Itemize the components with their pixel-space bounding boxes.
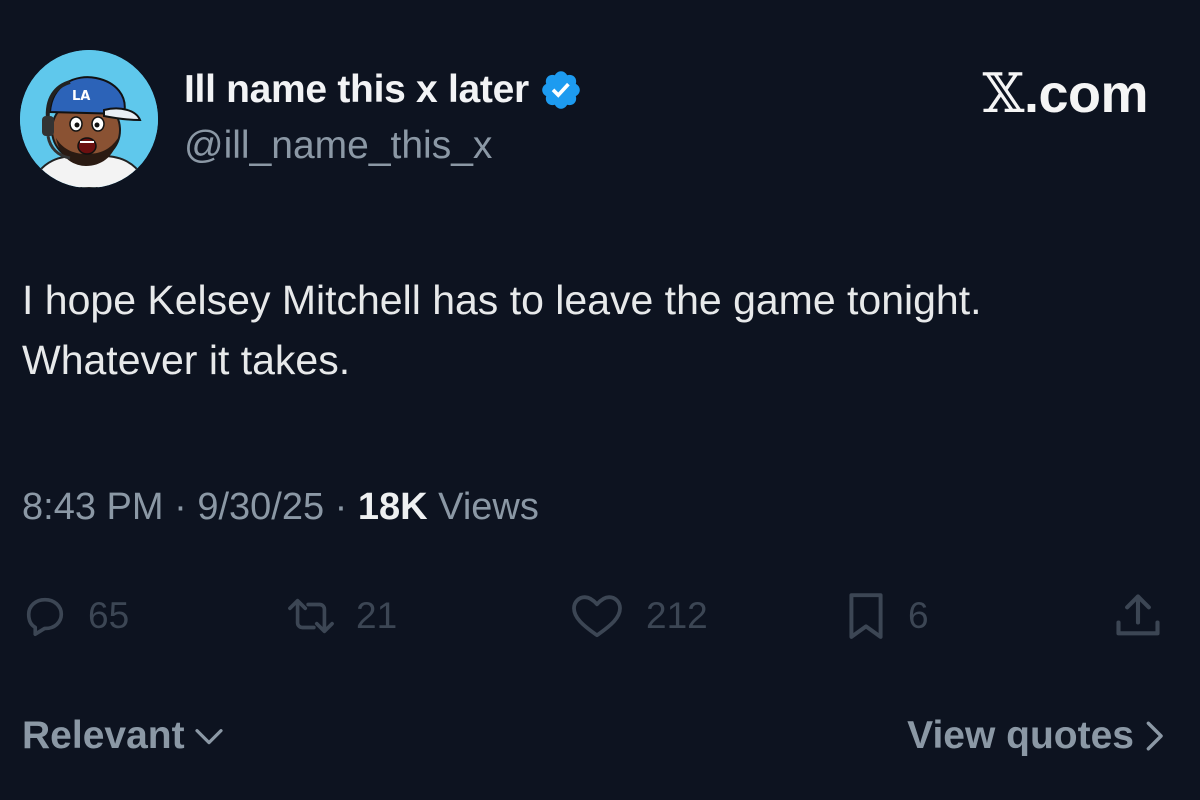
author-handle[interactable]: @ill_name_this_x bbox=[184, 124, 492, 168]
like-count: 212 bbox=[646, 595, 708, 636]
tweet-date[interactable]: 9/30/25 bbox=[197, 486, 324, 528]
view-quotes-label: View quotes bbox=[907, 714, 1134, 757]
tweet-time[interactable]: 8:43 PM bbox=[22, 486, 164, 528]
views-count: 18K bbox=[357, 486, 428, 528]
bookmark-button[interactable]: 6 bbox=[844, 586, 929, 646]
bookmark-icon bbox=[849, 593, 883, 639]
meta-separator: · bbox=[174, 486, 187, 528]
repost-icon bbox=[288, 598, 334, 634]
views-label: Views bbox=[438, 486, 539, 528]
bookmark-count: 6 bbox=[908, 595, 929, 636]
svg-text:LA: LA bbox=[72, 89, 90, 104]
chevron-right-icon bbox=[1146, 721, 1163, 751]
reply-count: 65 bbox=[88, 595, 130, 636]
cartoon-avatar-icon: LA bbox=[20, 50, 158, 188]
reply-button[interactable]: 65 bbox=[22, 586, 129, 646]
action-bar: 65 21 212 6 bbox=[22, 586, 1172, 646]
heart-icon bbox=[572, 595, 622, 638]
reply-icon bbox=[26, 597, 64, 637]
share-button[interactable] bbox=[1110, 586, 1166, 646]
view-quotes-link[interactable]: View quotes bbox=[907, 714, 1166, 758]
share-icon bbox=[1116, 594, 1160, 636]
tweet-meta: 8:43 PM · 9/30/25 · 18K Views bbox=[22, 486, 539, 529]
sort-dropdown[interactable]: Relevant bbox=[22, 714, 225, 758]
chevron-down-icon bbox=[194, 729, 223, 745]
avatar[interactable]: LA bbox=[20, 50, 158, 188]
sort-label: Relevant bbox=[22, 714, 185, 757]
repost-count: 21 bbox=[356, 595, 398, 636]
author-name-row[interactable]: Ill name this x later bbox=[184, 64, 583, 116]
meta-separator: · bbox=[334, 486, 348, 528]
x-logo-icon: 𝕏 bbox=[982, 62, 1025, 125]
author-display-name[interactable]: Ill name this x later bbox=[184, 68, 529, 112]
verified-badge-icon bbox=[542, 71, 580, 109]
site-label-suffix: .com bbox=[1023, 64, 1149, 124]
tweet-text: I hope Kelsey Mitchell has to leave the … bbox=[22, 277, 982, 383]
site-label: 𝕏.com bbox=[982, 62, 1149, 125]
like-button[interactable]: 212 bbox=[568, 586, 708, 646]
repost-button[interactable]: 21 bbox=[286, 586, 397, 646]
